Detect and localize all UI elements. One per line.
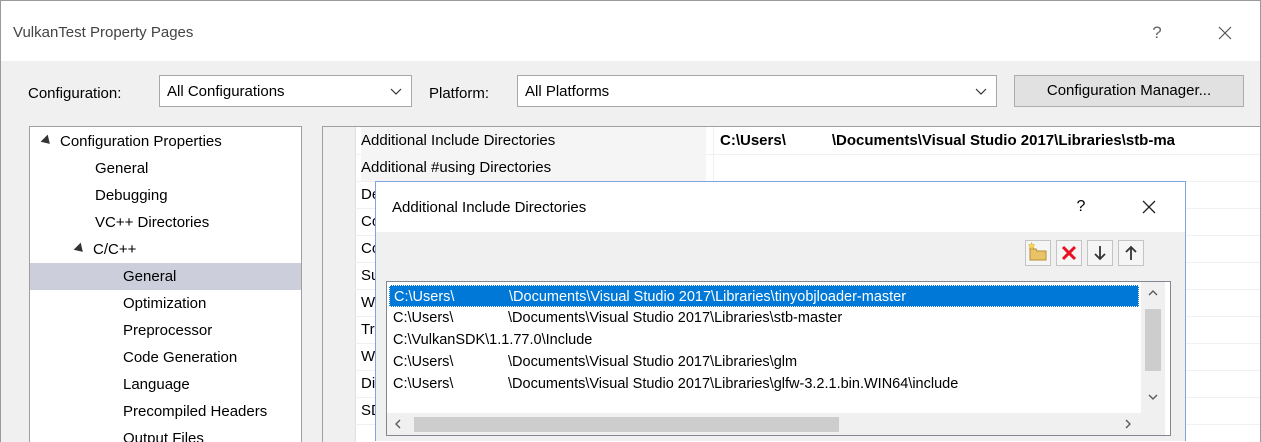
- tree-item-vc-directories[interactable]: VC++ Directories: [95, 209, 209, 236]
- close-button[interactable]: [1208, 19, 1242, 47]
- directory-list[interactable]: C:\Users\ \Documents\Visual Studio 2017\L…: [386, 281, 1171, 436]
- delete-button[interactable]: [1056, 240, 1082, 266]
- configuration-dropdown[interactable]: All Configurations: [159, 75, 412, 107]
- property-value: [713, 154, 1260, 181]
- scroll-up-icon[interactable]: [1141, 282, 1165, 304]
- tree-item-optimization[interactable]: Optimization: [123, 290, 206, 317]
- dialog-help-button[interactable]: ?: [1068, 194, 1094, 220]
- list-item[interactable]: C:\Users\ \Documents\Visual Studio 2017\L…: [389, 373, 1139, 395]
- close-icon: [1218, 26, 1232, 40]
- tree-item-code-generation[interactable]: Code Generation: [123, 344, 237, 371]
- move-up-button[interactable]: [1118, 240, 1144, 266]
- dialog-title: Additional Include Directories: [392, 199, 587, 216]
- tree-item-preprocessor[interactable]: Preprocessor: [123, 317, 212, 344]
- configuration-value: All Configurations: [167, 83, 285, 100]
- property-name: Additional Include Directories: [361, 127, 706, 154]
- tree-item-configuration-properties[interactable]: Configuration Properties: [40, 128, 222, 155]
- scrollbar-corner: [1141, 413, 1165, 435]
- scroll-left-icon[interactable]: [387, 413, 409, 435]
- new-line-button[interactable]: [1025, 240, 1051, 266]
- platform-dropdown[interactable]: All Platforms: [517, 75, 997, 107]
- expand-arrow-icon[interactable]: [73, 242, 87, 256]
- scroll-down-icon[interactable]: [1141, 386, 1165, 408]
- tree-item-output-files[interactable]: Output Files: [123, 425, 204, 442]
- list-item[interactable]: C:\Users\ \Documents\Visual Studio 2017\L…: [389, 351, 1139, 373]
- list-item[interactable]: C:\Users\ \Documents\Visual Studio 2017\L…: [389, 285, 1139, 307]
- tree-item-general[interactable]: General: [95, 155, 148, 182]
- title-bar: VulkanTest Property Pages ?: [1, 1, 1260, 61]
- dialog-close-button[interactable]: [1134, 194, 1164, 220]
- expand-arrow-icon[interactable]: [40, 134, 54, 148]
- list-item[interactable]: C:\Users\ \Documents\Visual Studio 2017\L…: [389, 307, 1139, 329]
- help-button[interactable]: ?: [1142, 19, 1172, 47]
- list-item[interactable]: C:\VulkanSDK\1.1.77.0\Include: [389, 329, 1139, 351]
- delete-icon: [1061, 245, 1077, 261]
- vertical-scroll-thumb[interactable]: [1145, 309, 1161, 371]
- scroll-right-icon[interactable]: [1117, 413, 1139, 435]
- tree-item-precompiled-headers[interactable]: Precompiled Headers: [123, 398, 267, 425]
- property-value[interactable]: C:\Users\ \Documents\Visual Studio 2017\L…: [713, 127, 1260, 154]
- tree-item-debugging[interactable]: Debugging: [95, 182, 168, 209]
- tree-item-language[interactable]: Language: [123, 371, 190, 398]
- move-down-icon: [1094, 246, 1106, 261]
- configuration-label: Configuration:: [28, 85, 122, 102]
- grid-row-additional-include-directories[interactable]: Additional Include Directories C:\Users\…: [355, 127, 1260, 155]
- window-title: VulkanTest Property Pages: [13, 24, 194, 41]
- platform-value: All Platforms: [525, 83, 610, 100]
- new-folder-icon: [1027, 241, 1047, 261]
- tree-item-c-cpp[interactable]: C/C++: [73, 236, 136, 263]
- close-icon: [1142, 200, 1156, 214]
- move-up-icon: [1125, 245, 1137, 260]
- dialog-title-bar: Additional Include Directories ?: [376, 182, 1185, 232]
- grid-row-additional-using-directories[interactable]: Additional #using Directories: [355, 154, 1260, 182]
- grid-gutter: [323, 127, 356, 442]
- chevron-down-icon: [975, 88, 987, 95]
- platform-label: Platform:: [429, 85, 490, 102]
- configuration-manager-button[interactable]: Configuration Manager...: [1014, 75, 1244, 107]
- horizontal-scroll-thumb[interactable]: [414, 417, 839, 432]
- property-name: Additional #using Directories: [361, 154, 706, 181]
- property-tree: Configuration Properties General Debuggi…: [29, 126, 302, 442]
- tree-item-c-cpp-general[interactable]: General: [30, 263, 301, 290]
- chevron-down-icon: [390, 88, 402, 95]
- move-down-button[interactable]: [1087, 240, 1113, 266]
